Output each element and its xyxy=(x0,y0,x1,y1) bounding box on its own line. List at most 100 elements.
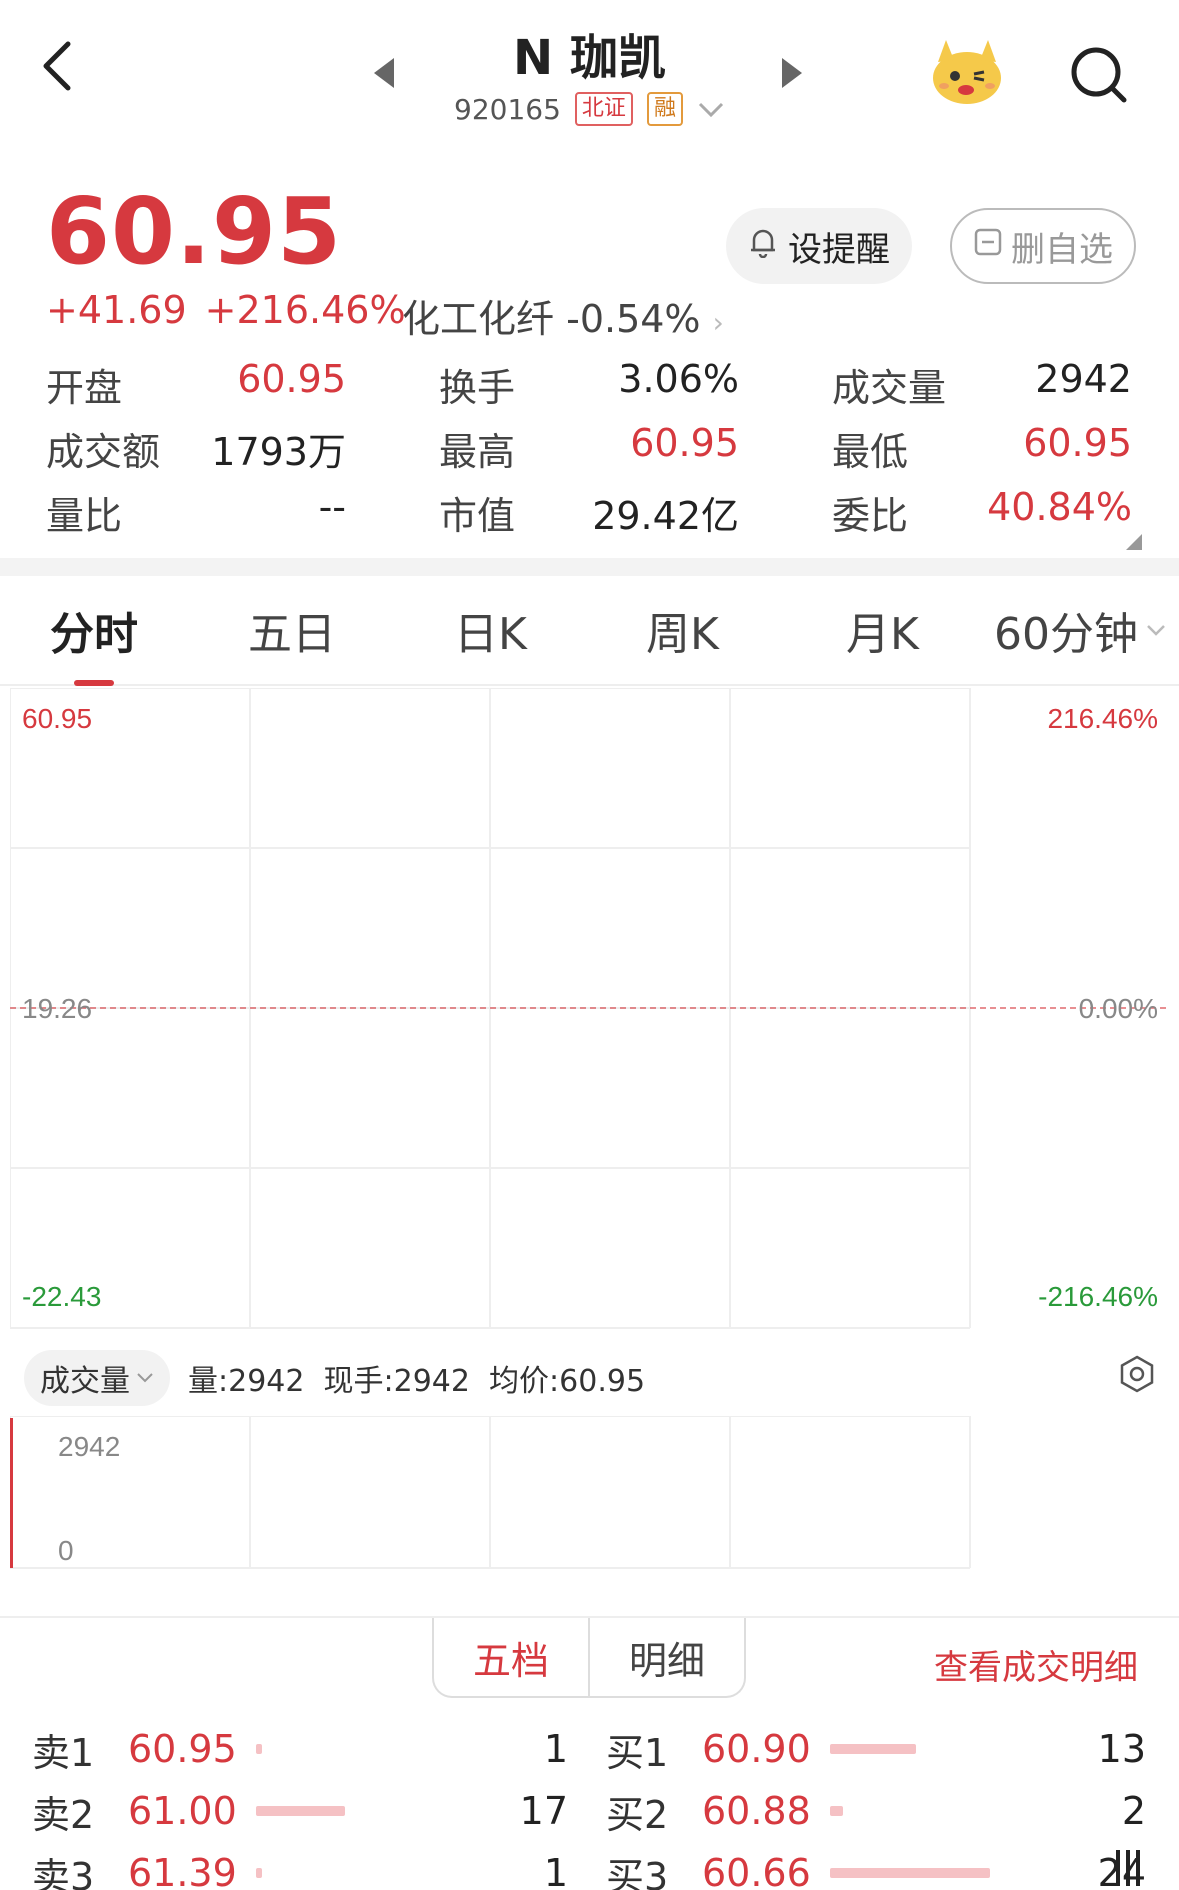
stats-row: 成交额 1793万 最高 60.95 最低 60.95 xyxy=(46,416,1136,480)
tab-daily-k[interactable]: 日K xyxy=(454,598,527,662)
stat-label: 委比 xyxy=(832,493,909,538)
volume-indicator-select[interactable]: 成交量 xyxy=(24,1350,170,1406)
stats-grid[interactable]: 开盘 60.95 换手 3.06% 成交量 2942 成交额 1793万 最高 60.95… xyxy=(46,352,1136,544)
buy-order-row[interactable]: 买3 60.66 24 xyxy=(606,1842,1146,1890)
y-right-top-label: 216.46% xyxy=(1047,703,1158,734)
bell-icon xyxy=(748,226,778,267)
stats-row: 量比 -- 市值 29.42亿 委比 40.84% xyxy=(46,480,1136,544)
volume-bar xyxy=(10,1418,13,1568)
y-right-mid-label: 0.00% xyxy=(1079,993,1158,1024)
stat-value: 60.95 xyxy=(630,420,739,465)
stat-order-ratio: 委比 40.84% xyxy=(832,485,1132,540)
set-alert-button[interactable]: 设提醒 xyxy=(726,208,912,284)
stat-label: 成交量 xyxy=(832,365,947,410)
order-volume-bar xyxy=(256,1868,262,1878)
order-level-label: 卖1 xyxy=(32,1730,95,1775)
chevron-right-icon: › xyxy=(712,306,724,339)
order-price: 61.39 xyxy=(128,1851,237,1890)
sector-name: 化工化纤 xyxy=(402,297,555,341)
tab-monthly-k[interactable]: 月K xyxy=(846,598,919,662)
order-level-label: 买3 xyxy=(606,1854,669,1890)
order-price: 60.66 xyxy=(702,1851,811,1890)
stat-turnover: 换手 3.06% xyxy=(439,357,739,412)
settings-icon[interactable] xyxy=(1118,1355,1156,1401)
tab-five-day[interactable]: 五日 xyxy=(248,598,336,662)
stat-label: 开盘 xyxy=(46,365,123,410)
stat-value: 60.95 xyxy=(237,356,346,401)
order-volume-bar xyxy=(830,1806,843,1816)
stat-value: 40.84% xyxy=(987,484,1132,529)
buy-order-row[interactable]: 买2 60.88 2 xyxy=(606,1780,1146,1842)
stat-volume: 成交量 2942 xyxy=(832,357,1132,412)
order-price: 60.95 xyxy=(128,1727,237,1771)
volume-header: 成交量 量:2942 现手:2942 均价:60.95 xyxy=(24,1350,1164,1406)
volume-indicator-label: 成交量 xyxy=(40,1364,130,1399)
sector-link[interactable]: 化工化纤 -0.54% › xyxy=(402,288,724,343)
order-level-label: 买2 xyxy=(606,1792,669,1837)
order-price: 60.90 xyxy=(702,1727,811,1771)
remove-watchlist-label: 删自选 xyxy=(1011,229,1113,270)
chevron-down-icon xyxy=(1147,625,1165,636)
tab-weekly-k[interactable]: 周K xyxy=(646,598,719,662)
stat-volume-ratio: 量比 -- xyxy=(46,485,346,540)
change-percent: +216.46% xyxy=(204,288,406,332)
stat-amount: 成交额 1793万 xyxy=(46,421,346,476)
chevron-down-icon[interactable] xyxy=(697,93,725,126)
stat-open: 开盘 60.95 xyxy=(46,357,346,412)
set-alert-label: 设提醒 xyxy=(788,229,890,270)
exchange-tag: 北证 xyxy=(574,92,633,126)
expand-corner-icon[interactable] xyxy=(1126,534,1142,554)
volume-chart: 2942 0 xyxy=(10,1416,971,1569)
volume-top-label: 2942 xyxy=(58,1431,120,1462)
stat-value: -- xyxy=(318,484,346,529)
tab-detail[interactable]: 明细 xyxy=(590,1618,744,1696)
y-left-top-label: 60.95 xyxy=(22,703,92,734)
sell-order-row[interactable]: 卖1 60.95 1 xyxy=(32,1718,568,1780)
y-right-bottom-label: -216.46% xyxy=(1038,1281,1158,1312)
stat-label: 换手 xyxy=(439,365,516,410)
tab-60min-label: 60分钟 xyxy=(994,609,1138,660)
sell-orders: 卖1 60.95 1 卖2 61.00 17 卖3 61.39 1 xyxy=(32,1718,568,1890)
buy-order-row[interactable]: 买1 60.90 13 xyxy=(606,1718,1146,1780)
stat-high: 最高 60.95 xyxy=(439,421,739,476)
stat-label: 最低 xyxy=(832,429,909,474)
order-volume-bar xyxy=(256,1744,262,1754)
intraday-chart[interactable]: 60.95 19.26 -22.43 216.46% 0.00% -216.46… xyxy=(10,688,1170,1334)
sector-change: -0.54% xyxy=(566,297,701,341)
volume-grid xyxy=(10,1416,971,1569)
stat-low: 最低 60.95 xyxy=(832,421,1132,476)
stat-label: 量比 xyxy=(46,493,123,538)
order-quantity: 2 xyxy=(1121,1789,1146,1833)
period-tabs: 分时 五日 日K 周K 月K 60分钟 xyxy=(0,576,1179,686)
scroll-handle-icon[interactable] xyxy=(1110,1846,1146,1890)
tab-intraday[interactable]: 分时 xyxy=(50,598,138,686)
stat-label: 市值 xyxy=(439,493,516,538)
chevron-down-icon xyxy=(137,1373,153,1383)
mascot-icon[interactable] xyxy=(928,36,1006,108)
stock-code: 920165 xyxy=(454,92,561,126)
stat-value: 3.06% xyxy=(618,356,739,401)
order-volume-bar xyxy=(830,1868,990,1878)
sell-order-row[interactable]: 卖3 61.39 1 xyxy=(32,1842,568,1890)
tab-five-levels[interactable]: 五档 xyxy=(434,1618,590,1696)
remove-watchlist-button[interactable]: 删自选 xyxy=(950,208,1136,284)
current-price: 60.95 xyxy=(46,178,343,285)
order-price: 60.88 xyxy=(702,1789,811,1833)
stat-value: 29.42亿 xyxy=(592,493,739,538)
change-value: +41.69 xyxy=(46,288,187,332)
stat-label: 成交额 xyxy=(46,429,161,474)
stat-label: 最高 xyxy=(439,429,516,474)
buy-orders: 买1 60.90 13 买2 60.88 2 买3 60.66 24 xyxy=(606,1718,1146,1890)
order-quantity: 13 xyxy=(1097,1727,1146,1771)
volume-summary: 量:2942 现手:2942 均价:60.95 xyxy=(188,1364,646,1399)
section-divider xyxy=(0,558,1179,576)
order-level-label: 买1 xyxy=(606,1730,669,1775)
sell-order-row[interactable]: 卖2 61.00 17 xyxy=(32,1780,568,1842)
margin-tag: 融 xyxy=(646,92,683,126)
search-icon[interactable] xyxy=(1070,46,1128,108)
orderbook-tabs: 五档 明细 xyxy=(432,1618,746,1698)
volume-bottom-label: 0 xyxy=(58,1535,74,1566)
view-trade-detail-link[interactable]: 查看成交明细 xyxy=(934,1640,1138,1689)
y-left-bottom-label: -22.43 xyxy=(22,1281,101,1312)
tab-60min[interactable]: 60分钟 xyxy=(994,598,1166,662)
